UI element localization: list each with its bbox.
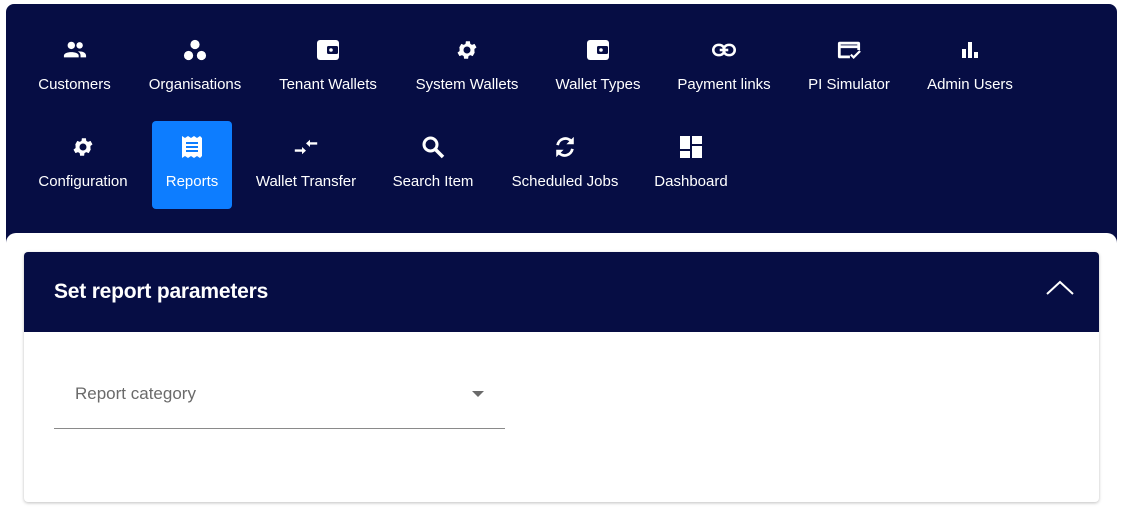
wallet-icon bbox=[316, 38, 340, 62]
nav-label: PI Simulator bbox=[808, 76, 890, 93]
nav-label: Customers bbox=[38, 76, 111, 93]
chevron-up-icon bbox=[1046, 280, 1074, 295]
nav-item-customers[interactable]: Customers bbox=[28, 6, 121, 104]
nav-item-wallet-types[interactable]: Wallet Types bbox=[546, 6, 650, 104]
nav-label: Wallet Types bbox=[555, 76, 641, 93]
nav-item-system-wallets[interactable]: System Wallets bbox=[406, 6, 528, 104]
report-category-select[interactable]: Report category bbox=[54, 369, 505, 429]
main-navigation: Customers Organisations Tenant Wallets S… bbox=[6, 4, 1117, 234]
nav-label: Configuration bbox=[38, 173, 128, 190]
nav-item-search-item[interactable]: Search Item bbox=[383, 121, 483, 209]
nav-label: Organisations bbox=[148, 76, 242, 93]
nav-item-pi-simulator[interactable]: PI Simulator bbox=[799, 6, 899, 104]
dropdown-arrow-icon bbox=[472, 391, 484, 397]
nav-label: Dashboard bbox=[654, 173, 728, 190]
dashboard-icon bbox=[679, 135, 703, 159]
nav-item-reports[interactable]: Reports bbox=[152, 121, 232, 209]
search-icon bbox=[421, 135, 445, 159]
nav-label: Wallet Transfer bbox=[255, 173, 357, 190]
nav-item-admin-users[interactable]: Admin Users bbox=[919, 6, 1021, 104]
card-check-icon bbox=[837, 38, 861, 62]
panel-header[interactable]: Set report parameters bbox=[24, 252, 1099, 332]
nav-item-configuration[interactable]: Configuration bbox=[28, 121, 138, 209]
nav-item-scheduled-jobs[interactable]: Scheduled Jobs bbox=[503, 121, 627, 209]
nav-label: Search Item bbox=[392, 173, 474, 190]
panel-title: Set report parameters bbox=[54, 280, 269, 303]
gear-icon bbox=[71, 135, 95, 159]
collapse-button[interactable] bbox=[1045, 276, 1075, 300]
nav-label: Reports bbox=[165, 173, 219, 190]
nav-item-wallet-transfer[interactable]: Wallet Transfer bbox=[246, 121, 366, 209]
nav-item-tenant-wallets[interactable]: Tenant Wallets bbox=[269, 6, 387, 104]
nav-label: Tenant Wallets bbox=[279, 76, 377, 93]
nav-item-organisations[interactable]: Organisations bbox=[141, 6, 249, 104]
receipt-icon bbox=[180, 135, 204, 159]
app-frame: Customers Organisations Tenant Wallets S… bbox=[6, 4, 1117, 510]
main-content: Set report parameters Report category bbox=[6, 233, 1117, 510]
report-category-label: Report category bbox=[75, 384, 196, 403]
bar-chart-icon bbox=[958, 38, 982, 62]
nav-label: Payment links bbox=[677, 76, 771, 93]
nav-item-dashboard[interactable]: Dashboard bbox=[646, 121, 736, 209]
wallet-icon bbox=[586, 38, 610, 62]
sync-icon bbox=[553, 135, 577, 159]
nav-item-payment-links[interactable]: Payment links bbox=[669, 6, 779, 104]
nav-label: Scheduled Jobs bbox=[511, 173, 619, 190]
people-icon bbox=[63, 38, 87, 62]
report-parameters-panel: Set report parameters Report category bbox=[24, 252, 1099, 502]
transfer-icon bbox=[294, 135, 318, 159]
organisations-icon bbox=[183, 38, 207, 62]
link-icon bbox=[712, 38, 736, 62]
gear-icon bbox=[455, 38, 479, 62]
nav-label: System Wallets bbox=[415, 76, 519, 93]
nav-label: Admin Users bbox=[927, 76, 1013, 93]
